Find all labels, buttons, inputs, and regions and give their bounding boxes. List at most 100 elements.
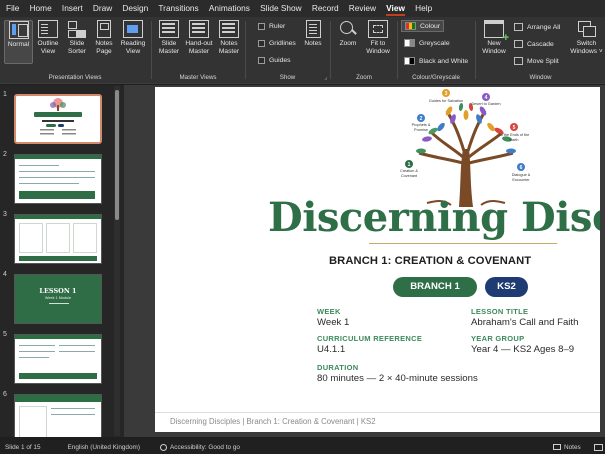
- thumbnail-banner: [19, 191, 95, 199]
- language-indicator[interactable]: English (United Kingdom): [68, 444, 140, 451]
- thumbnail-row[interactable]: 3: [0, 211, 118, 265]
- new-window-button[interactable]: New Window: [479, 20, 509, 56]
- handout-master-button[interactable]: Hand-out Master: [183, 20, 215, 56]
- group-master-views: Slide Master Hand-out Master Notes Maste…: [152, 17, 244, 84]
- zoom-button[interactable]: Zoom: [336, 20, 360, 48]
- reading-view-button[interactable]: Reading View: [118, 20, 148, 56]
- group-zoom: Zoom Fit to Window Zoom: [331, 17, 397, 84]
- menu-slide-show[interactable]: Slide Show: [260, 0, 302, 17]
- thumbnail-row[interactable]: 6: [0, 391, 118, 437]
- lesson-title-value[interactable]: Abraham's Call and Faith: [471, 317, 578, 328]
- thumbnail-4-subtitle: Week 1 Module: [44, 296, 72, 300]
- thumbnail-line: [59, 351, 95, 352]
- normal-view-icon: [8, 21, 29, 39]
- menu-home[interactable]: Home: [30, 0, 52, 17]
- outline-view-label: Outline: [37, 40, 59, 47]
- black-and-white-button[interactable]: Black and White: [404, 57, 468, 65]
- black-and-white-label: Black and White: [419, 57, 469, 65]
- slide-master-button[interactable]: Slide Master: [155, 20, 183, 56]
- outline-view-button[interactable]: Outline View: [34, 20, 62, 56]
- group-window: New Window Arrange All Cascade Move Spli…: [476, 17, 605, 84]
- slide-count[interactable]: Slide 1 of 15: [5, 444, 41, 451]
- menu-help[interactable]: Help: [415, 0, 432, 17]
- thumbnail-row[interactable]: 4 LESSON 1 Week 1 Module: [0, 271, 118, 325]
- switch-windows-label2: Windows ˅: [570, 48, 603, 55]
- week-value[interactable]: Week 1: [317, 317, 349, 328]
- thumbnail-row[interactable]: 1: [0, 91, 118, 145]
- tree-marker-2-number: 2: [419, 116, 423, 122]
- slide-thumbnail-4[interactable]: LESSON 1 Week 1 Module: [14, 274, 102, 324]
- curriculum-reference-value[interactable]: U4.1.1: [317, 344, 345, 355]
- menu-draw[interactable]: Draw: [93, 0, 112, 17]
- presentation-views-label: Presentation Views: [48, 74, 102, 81]
- slide-master-label2: Master: [158, 48, 180, 55]
- thumbnails-scrollbar-thumb[interactable]: [115, 90, 119, 220]
- tree-marker-6-number: 6: [519, 165, 523, 171]
- menu-file[interactable]: File: [6, 0, 19, 17]
- thumbnail-number: 1: [3, 91, 7, 98]
- slide-master-label: Slide: [161, 40, 177, 47]
- guides-checkbox[interactable]: Guides: [258, 57, 291, 64]
- notes-master-button[interactable]: Notes Master: [215, 20, 243, 56]
- menu-review[interactable]: Review: [349, 0, 376, 17]
- normal-view-button[interactable]: Normal: [4, 20, 33, 64]
- slide-title[interactable]: Discerning Discip: [268, 194, 605, 241]
- slide-canvas[interactable]: 3 Guides for Salvation 4 Desert to Garde…: [155, 87, 605, 432]
- duration-value[interactable]: 80 minutes — 2 × 40-minute sessions: [317, 373, 478, 384]
- view-normal-status-icon[interactable]: [594, 443, 603, 451]
- slide-thumbnail-2[interactable]: [14, 154, 102, 204]
- notes-page-label2: Page: [96, 48, 112, 55]
- thumbnail-number: 6: [3, 391, 7, 398]
- thumbnail-card: [19, 406, 47, 437]
- thumbnail-row[interactable]: 5: [0, 331, 118, 385]
- slide-thumbnail-5[interactable]: [14, 334, 102, 384]
- colour-button[interactable]: Colour: [401, 20, 444, 32]
- move-split-button[interactable]: Move Split: [514, 57, 559, 65]
- dialog-launcher-icon[interactable]: ⌟: [324, 74, 327, 81]
- menu-transitions[interactable]: Transitions: [158, 0, 198, 17]
- thumbnail-header-bar: [15, 215, 101, 219]
- tree-label-5: To the Ends of the Earth: [498, 133, 530, 142]
- key-stage-badge[interactable]: KS2: [485, 277, 528, 297]
- thumbnail-header-bar: [15, 335, 101, 339]
- tree-label-4: Desert to Garden: [471, 102, 501, 106]
- menu-view[interactable]: View: [386, 0, 405, 17]
- accessibility-status[interactable]: Accessibility: Good to go: [160, 443, 240, 451]
- arrange-all-label: Arrange All: [527, 23, 561, 31]
- slide-subtitle[interactable]: BRANCH 1: CREATION & COVENANT: [329, 255, 531, 267]
- menu-insert[interactable]: Insert: [62, 0, 83, 17]
- year-group-value[interactable]: Year 4 — KS2 Ages 8–9: [471, 344, 574, 355]
- zoom-label: Zoom: [339, 40, 357, 47]
- slide-footer[interactable]: Discerning Disciples | Branch 1: Creatio…: [170, 417, 376, 426]
- colour-label: Colour: [420, 22, 441, 30]
- thumbnails-scrollbar[interactable]: [114, 86, 120, 436]
- menu-design[interactable]: Design: [122, 0, 148, 17]
- notes-button[interactable]: Notes: [300, 20, 326, 48]
- switch-windows-button[interactable]: Switch Windows ˅: [570, 20, 603, 56]
- gridlines-label: Gridlines: [269, 40, 296, 47]
- menu-record[interactable]: Record: [312, 0, 339, 17]
- move-split-label: Move Split: [527, 57, 559, 65]
- slide-thumbnail-3[interactable]: [14, 214, 102, 264]
- fit-to-window-button[interactable]: Fit to Window: [362, 20, 394, 56]
- menu-animations[interactable]: Animations: [209, 0, 250, 17]
- ruler-checkbox[interactable]: Ruler: [258, 23, 285, 30]
- gridlines-checkbox[interactable]: Gridlines: [258, 40, 296, 47]
- notes-toggle[interactable]: Notes: [553, 444, 581, 451]
- arrange-all-button[interactable]: Arrange All: [514, 23, 560, 31]
- branch-badge[interactable]: BRANCH 1: [393, 277, 477, 297]
- thumbnail-row[interactable]: 2: [0, 151, 118, 205]
- thumbnail-line: [19, 357, 49, 358]
- slide-thumbnail-1[interactable]: [14, 94, 102, 144]
- slide-sorter-button[interactable]: Slide Sorter: [63, 20, 91, 56]
- fit-to-window-icon: [368, 20, 388, 38]
- cascade-button[interactable]: Cascade: [514, 40, 554, 48]
- curriculum-reference-label: CURRICULUM REFERENCE: [317, 334, 423, 343]
- notes-page-button[interactable]: Notes Page: [92, 20, 116, 56]
- zoom-icon: [338, 20, 358, 38]
- thumbnail-number: 4: [3, 271, 7, 278]
- greyscale-button[interactable]: Greyscale: [404, 39, 450, 47]
- editor-scrollbar[interactable]: [600, 87, 605, 432]
- black-white-swatch-icon: [404, 57, 415, 65]
- slide-thumbnail-6[interactable]: [14, 394, 102, 437]
